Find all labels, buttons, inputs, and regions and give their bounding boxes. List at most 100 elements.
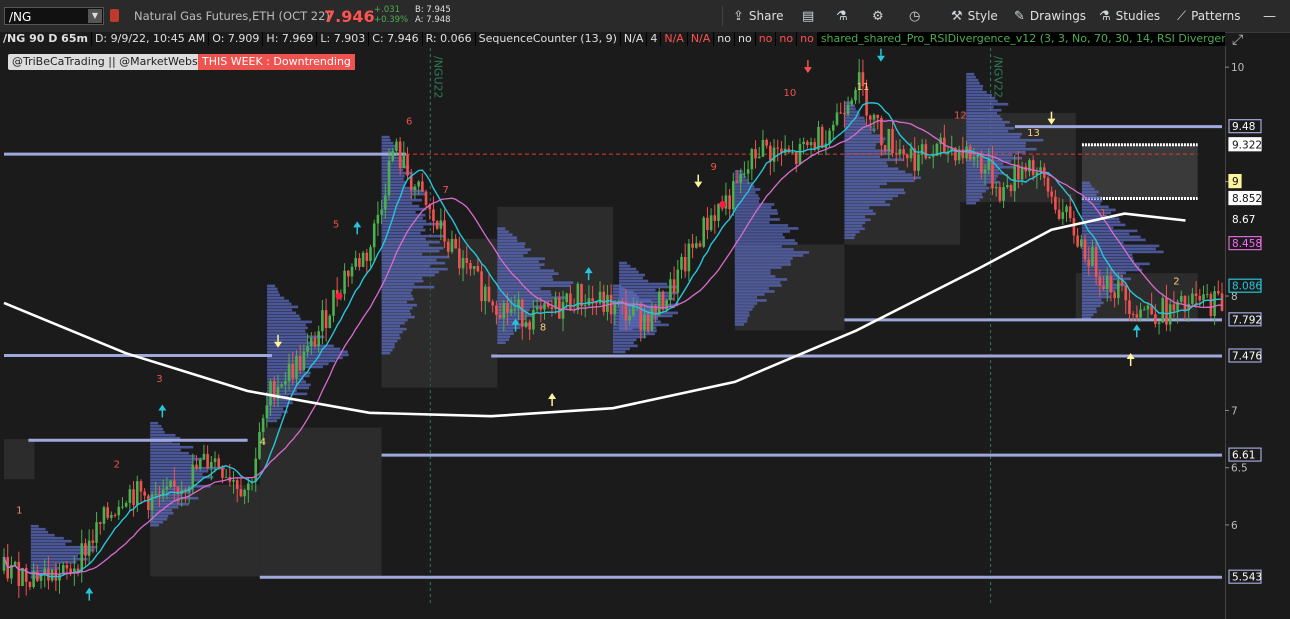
volume-profile-bar (966, 72, 975, 76)
candle-body (280, 384, 283, 387)
volume-profile-bar (381, 309, 410, 313)
candle-body (1091, 247, 1094, 266)
volume-profile-bar (150, 427, 164, 431)
volume-profile-bar (381, 348, 393, 352)
volume-profile-bar (497, 341, 506, 344)
y-tick-label: 6.5 (1231, 463, 1248, 475)
volume-profile-bar (497, 335, 511, 338)
candle-body (480, 271, 483, 302)
candle-body (213, 458, 217, 462)
candle-body (487, 286, 491, 302)
candle-body (524, 321, 528, 327)
volume-profile-bar (497, 326, 521, 329)
volume-profile-bar (381, 135, 390, 139)
candle-body (165, 487, 169, 490)
candle-body (680, 256, 683, 270)
candle-body (535, 307, 539, 310)
candle-body (239, 488, 243, 497)
volume-profile-bar (381, 339, 398, 343)
candle-body (980, 155, 983, 174)
volume-profile-bar (1081, 298, 1102, 302)
volume-profile-bar (734, 221, 770, 224)
candle-body (906, 154, 909, 159)
volume-profile-bar (30, 524, 39, 528)
candle-body (269, 381, 272, 406)
volume-profile-bar (966, 93, 993, 97)
candle-body (976, 155, 979, 157)
volume-profile-bar (1081, 292, 1109, 296)
volume-profile-bar (381, 219, 427, 223)
volume-profile-bar (844, 218, 871, 222)
candle-body (1213, 291, 1216, 317)
candle-body (1209, 294, 1213, 317)
volume-profile-bar (381, 336, 401, 340)
volume-profile-bar (497, 239, 518, 242)
candle-body (195, 464, 198, 469)
volume-profile-bar (619, 285, 677, 289)
volume-profile-bar (381, 279, 424, 283)
volume-profile-bar (381, 300, 408, 304)
price-label-text: 5.543 (1232, 572, 1262, 584)
volume-profile-bar (150, 430, 165, 434)
candle-body (1183, 295, 1187, 311)
candle-body (843, 112, 846, 115)
candle-body (520, 299, 524, 327)
volume-profile-bar (844, 224, 863, 228)
sequence-label: 9 (710, 162, 716, 173)
volume-profile-bar (381, 315, 415, 319)
candle-body (317, 331, 320, 347)
volume-profile-bar (1081, 199, 1103, 203)
candle-body (983, 169, 987, 174)
session-label: /NGU22 (431, 56, 444, 99)
price-chart[interactable]: /NGU22/NGV22123456789101112131266.578910… (0, 0, 1290, 619)
volume-profile-bar (381, 141, 394, 145)
volume-profile-bar (844, 221, 866, 225)
candle-body (650, 305, 654, 331)
session-label: /NGV22 (992, 56, 1005, 98)
volume-profile-bar (734, 293, 765, 296)
price-label-text: 7.476 (1232, 350, 1262, 362)
volume-profile-bar (619, 291, 678, 295)
candle-body (432, 209, 435, 222)
candle-body (706, 217, 709, 231)
candle-body (587, 298, 591, 306)
volume-profile-bar (734, 218, 780, 221)
volume-profile-bar (381, 225, 424, 229)
volume-profile-bar (1081, 211, 1112, 215)
volume-profile-bar (1081, 241, 1124, 245)
candle-body (1083, 239, 1087, 260)
volume-profile-bar (150, 469, 209, 473)
candle-body (606, 294, 609, 312)
volume-profile-bar (30, 530, 49, 534)
volume-profile-bar (966, 189, 986, 193)
volume-profile-bar (844, 194, 899, 198)
candle-body (1165, 298, 1168, 325)
volume-profile-bar (497, 329, 514, 332)
volume-profile-bar (966, 135, 1021, 139)
candle-body (391, 151, 395, 161)
candle-body (1054, 196, 1057, 210)
volume-profile-bar (734, 281, 781, 284)
candle-body (580, 283, 583, 307)
candle-body (435, 221, 439, 229)
candle-body (1076, 235, 1079, 247)
volume-profile-bar (966, 132, 1022, 136)
volume-profile-bar (844, 236, 855, 240)
volume-profile-bar (844, 158, 904, 162)
volume-profile-bar (267, 320, 312, 324)
sequence-label: 13 (1027, 128, 1040, 139)
candle-body (643, 314, 646, 331)
candle-body (469, 263, 472, 269)
candle-body (417, 181, 420, 187)
signal-arrow (694, 181, 703, 188)
candle-body (1161, 298, 1165, 323)
volume-profile-bar (966, 186, 990, 190)
signal-arrow (1132, 324, 1141, 331)
volume-profile-bar (844, 191, 906, 195)
candle-body (1179, 295, 1183, 302)
volume-profile-bar (734, 188, 761, 191)
volume-profile-bar (1081, 181, 1090, 185)
candle-body (358, 258, 361, 267)
candle-body (17, 561, 21, 587)
candle-body (1061, 212, 1065, 219)
